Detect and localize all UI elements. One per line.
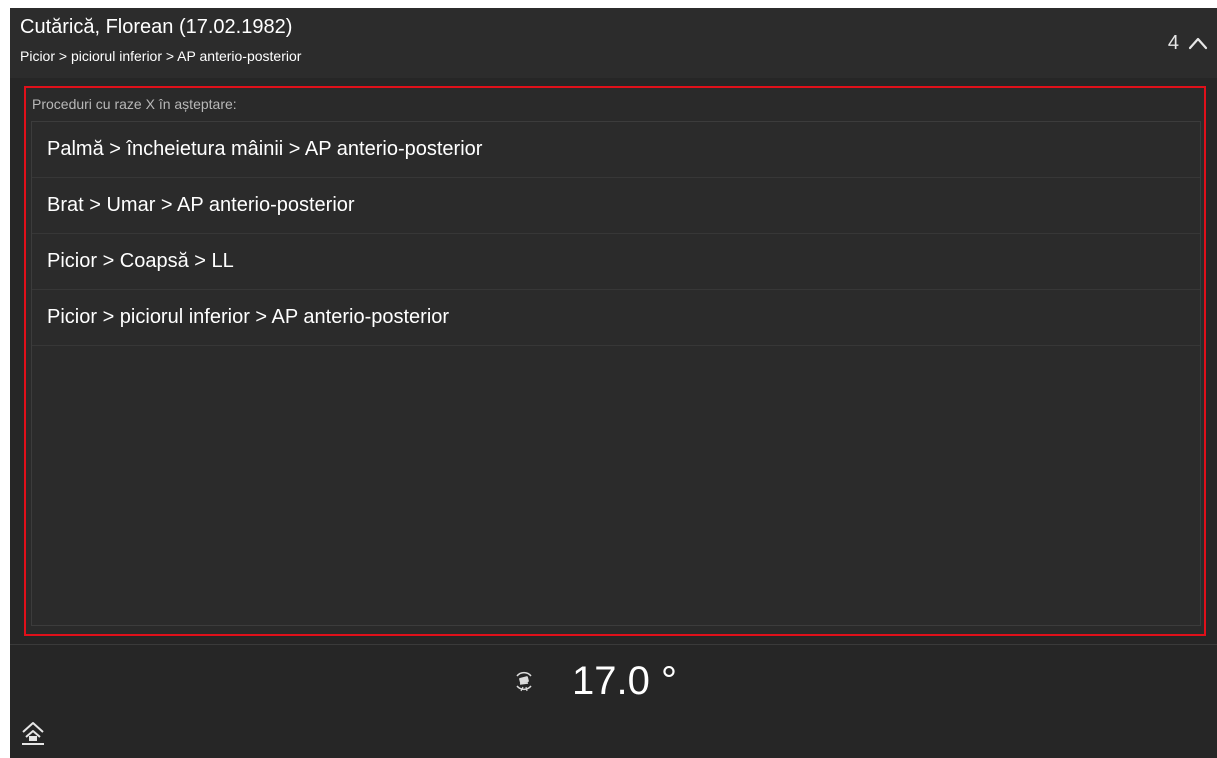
pending-procedures-list[interactable]: Palmă > încheietura mâinii > AP anterio-…	[31, 121, 1201, 626]
patient-header: Cutărică, Florean (17.02.1982) Picior > …	[10, 8, 1217, 78]
list-item[interactable]: Picior > piciorul inferior > AP anterio-…	[32, 290, 1200, 346]
home-button[interactable]	[18, 720, 48, 750]
home-icon	[20, 720, 46, 751]
current-procedure: Picior > piciorul inferior > AP anterio-…	[20, 48, 302, 64]
pending-procedures-panel: Proceduri cu raze X în așteptare: Palmă …	[24, 86, 1206, 636]
tube-angle-display: 17.0 °	[510, 659, 677, 703]
list-item[interactable]: Brat > Umar > AP anterio-posterior	[32, 178, 1200, 234]
tube-angle-value: 17.0 °	[572, 659, 677, 703]
pending-count: 4	[1167, 31, 1179, 54]
bottom-bar	[10, 713, 1217, 758]
pending-toggle-button[interactable]: 4	[1168, 30, 1209, 56]
app-window: Cutărică, Florean (17.02.1982) Picior > …	[10, 8, 1217, 758]
chevron-up-icon	[1187, 32, 1209, 54]
status-bar: 17.0 °	[10, 644, 1217, 714]
patient-name: Cutărică, Florean (17.02.1982)	[20, 16, 293, 38]
list-item[interactable]: Palmă > încheietura mâinii > AP anterio-…	[32, 122, 1200, 178]
pending-procedures-label: Proceduri cu raze X în așteptare:	[32, 96, 237, 112]
tube-tilt-icon	[510, 667, 538, 695]
list-item[interactable]: Picior > Coapsă > LL	[32, 234, 1200, 290]
